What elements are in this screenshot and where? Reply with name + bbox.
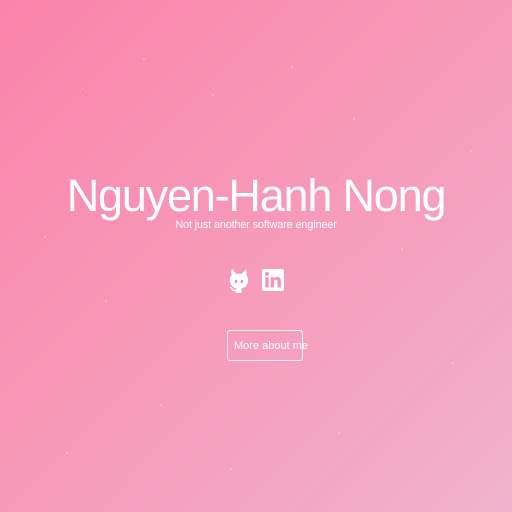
hero-section: Nguyen-Hanh Nong Not just another softwa… (0, 0, 512, 512)
particle (212, 94, 214, 96)
particle (353, 118, 355, 120)
particle (338, 432, 340, 434)
more-about-me-button[interactable]: More about me (227, 330, 308, 361)
particle (105, 300, 107, 302)
particle (143, 58, 145, 60)
tagline: Not just another software engineer (175, 219, 337, 231)
particle (230, 468, 232, 470)
particle (291, 66, 293, 68)
linkedin-link[interactable] (261, 266, 285, 294)
particle (44, 236, 46, 238)
github-link[interactable] (227, 266, 251, 294)
particle (82, 88, 84, 90)
particle (452, 362, 454, 364)
particle (66, 452, 68, 454)
social-links (0, 266, 512, 294)
linkedin-icon (262, 269, 284, 291)
particle (470, 150, 472, 152)
particle (160, 404, 162, 406)
particle (401, 248, 403, 250)
github-icon (229, 269, 249, 293)
